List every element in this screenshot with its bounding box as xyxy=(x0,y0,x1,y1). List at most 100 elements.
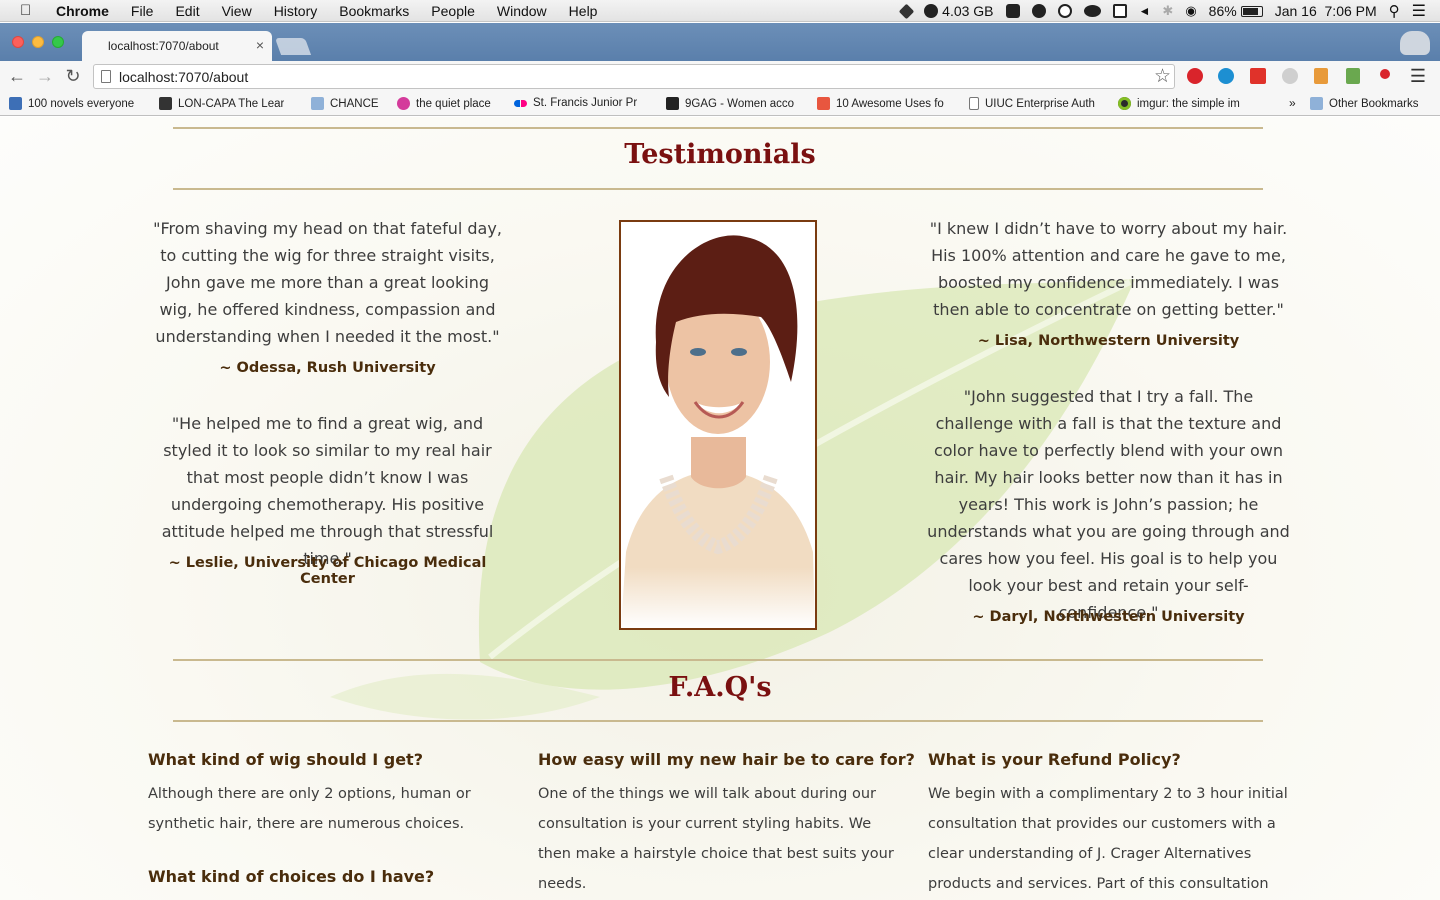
battery-percent: 86% xyxy=(1208,3,1237,19)
menu-help[interactable]: Help xyxy=(569,3,598,19)
memory-gauge-icon xyxy=(924,4,939,18)
extension-pin-icon[interactable] xyxy=(1380,69,1390,79)
extension-eyedropper-icon[interactable] xyxy=(1346,68,1360,84)
testimonial-author: ~ Lisa, Northwestern University xyxy=(977,333,1240,349)
menu-history[interactable]: History xyxy=(274,3,318,19)
tab-active[interactable]: localhost:7070/about × xyxy=(82,31,272,61)
menu-view[interactable]: View xyxy=(222,3,252,19)
faq-question: What kind of wig should I get? xyxy=(148,750,423,769)
extension-blue-circle-icon[interactable] xyxy=(1218,68,1234,84)
testimonial-quote: "From shaving my head on that fateful da… xyxy=(153,219,502,346)
tab-title: localhost:7070/about xyxy=(108,39,219,53)
other-bookmarks[interactable]: Other Bookmarks xyxy=(1310,97,1435,110)
u-icon xyxy=(9,97,22,110)
bookmark-item[interactable]: 100 novels everyone xyxy=(9,97,143,110)
loncapa-icon xyxy=(159,97,172,110)
quietplace-icon xyxy=(397,97,410,110)
bluetooth-icon[interactable]: ✱ xyxy=(1162,3,1173,19)
section-divider xyxy=(173,659,1263,661)
bookmark-item[interactable]: imgur: the simple im xyxy=(1118,97,1254,110)
back-button[interactable]: ← xyxy=(7,66,27,87)
apple-menu-icon[interactable]:  xyxy=(20,2,42,19)
menu-bookmarks[interactable]: Bookmarks xyxy=(339,3,409,19)
faq-answer: One of the things we will talk about dur… xyxy=(538,786,894,892)
forward-button[interactable]: → xyxy=(35,66,55,87)
menu-app[interactable]: Chrome xyxy=(56,3,109,19)
one-password-icon[interactable] xyxy=(1031,4,1046,18)
faq-answer: We begin with a complimentary 2 to 3 hou… xyxy=(928,786,1288,892)
faq-question: How easy will my new hair be to care for… xyxy=(538,750,915,769)
page-icon xyxy=(969,97,979,110)
plus-icon xyxy=(817,97,830,110)
testimonial-quote: "John suggested that I try a fall. The c… xyxy=(927,387,1290,622)
notification-center-icon[interactable]: ☰ xyxy=(1412,1,1426,21)
extension-gray-circle-icon[interactable] xyxy=(1282,68,1298,84)
extension-red-book-icon[interactable] xyxy=(1250,68,1266,84)
testimonial-portrait xyxy=(619,220,817,630)
faq-question: What kind of choices do I have? xyxy=(148,867,435,886)
folder-icon xyxy=(1310,97,1323,110)
section-divider xyxy=(173,127,1263,129)
bookmark-item[interactable]: UIUC Enterprise Auth xyxy=(969,97,1103,110)
extension-orange-icon[interactable] xyxy=(1314,68,1328,84)
tab-strip: localhost:7070/about × xyxy=(0,23,1440,61)
menu-file[interactable]: File xyxy=(131,3,154,19)
battery-indicator[interactable]: 86% xyxy=(1209,3,1263,19)
testimonials-title: Testimonials xyxy=(624,139,816,170)
macos-menubar:  Chrome File Edit View History Bookmark… xyxy=(0,0,1440,22)
bookmark-item[interactable]: St. Francis Junior Pr xyxy=(514,97,650,109)
portrait-image xyxy=(621,222,815,628)
new-tab-button[interactable] xyxy=(274,38,312,55)
testimonial-quote: "He helped me to find a great wig, and s… xyxy=(161,414,494,568)
folder-icon xyxy=(311,97,324,110)
browser-toolbar: ← → ↻ localhost:7070/about ☆ ☰ xyxy=(0,61,1440,92)
bookmark-item[interactable]: LON-CAPA The Lear xyxy=(159,97,295,110)
memory-indicator[interactable]: 4.03 GB xyxy=(924,3,994,19)
status-area: 4.03 GB ◄ ✱ ◉ 86% Jan 16 7:06 PM ⚲ ☰ xyxy=(898,0,1440,22)
bookmarks-bar: 100 novels everyone LON-CAPA The Lear CH… xyxy=(0,92,1440,116)
wifi-icon[interactable]: ◉ xyxy=(1185,3,1196,19)
bookmark-item[interactable]: CHANCE xyxy=(311,97,386,110)
grid-icon[interactable] xyxy=(1005,4,1020,18)
close-window-button[interactable] xyxy=(12,36,24,48)
profile-avatar-icon[interactable] xyxy=(1400,31,1430,55)
testimonial-author: ~ Daryl, Northwestern University xyxy=(972,609,1245,625)
faq-answer: Although there are only 2 options, human… xyxy=(148,786,471,832)
bookmark-item[interactable]: 9GAG - Women acco xyxy=(666,97,802,110)
testimonial-author: ~ Leslie, University of Chicago Medical … xyxy=(168,555,487,587)
spotlight-search-icon[interactable]: ⚲ xyxy=(1389,2,1400,20)
bookmark-item[interactable]: 10 Awesome Uses fo xyxy=(817,97,953,110)
clock[interactable]: Jan 16 7:06 PM xyxy=(1275,3,1377,19)
volume-icon[interactable]: ◄ xyxy=(1139,4,1151,18)
bookmarks-overflow-chevron[interactable]: » xyxy=(1289,96,1296,110)
memory-value: 4.03 GB xyxy=(942,3,994,19)
extension-adblock-icon[interactable] xyxy=(1187,68,1203,84)
airplay-icon[interactable] xyxy=(1112,4,1127,18)
bookmark-star-icon[interactable]: ☆ xyxy=(1154,65,1171,88)
vpn-icon[interactable] xyxy=(1083,5,1101,17)
section-divider xyxy=(173,188,1263,190)
address-bar[interactable]: localhost:7070/about ☆ xyxy=(93,64,1175,89)
9gag-icon xyxy=(666,97,679,110)
faq-question: What is your Refund Policy? xyxy=(928,750,1181,769)
address-url: localhost:7070/about xyxy=(119,69,249,85)
bookmark-item[interactable]: the quiet place xyxy=(397,97,505,110)
menu-window[interactable]: Window xyxy=(497,3,547,19)
no-entry-icon[interactable] xyxy=(1057,4,1072,18)
section-divider xyxy=(173,720,1263,722)
battery-icon xyxy=(1240,5,1263,17)
tab-close-icon[interactable]: × xyxy=(256,37,264,53)
testimonial-quote: "I knew I didn’t have to worry about my … xyxy=(929,219,1288,319)
page-info-icon[interactable] xyxy=(101,70,111,83)
dropbox-icon[interactable] xyxy=(898,3,915,19)
imgur-icon xyxy=(1118,97,1131,110)
minimize-window-button[interactable] xyxy=(32,36,44,48)
chrome-menu-icon[interactable]: ☰ xyxy=(1410,66,1426,87)
faq-title: F.A.Q's xyxy=(668,672,772,703)
menu-people[interactable]: People xyxy=(431,3,475,19)
menu-edit[interactable]: Edit xyxy=(175,3,199,19)
flickr-icon xyxy=(514,99,527,107)
zoom-window-button[interactable] xyxy=(52,36,64,48)
page-content: Testimonials "From shaving my head on th… xyxy=(0,117,1440,900)
reload-button[interactable]: ↻ xyxy=(63,66,83,87)
